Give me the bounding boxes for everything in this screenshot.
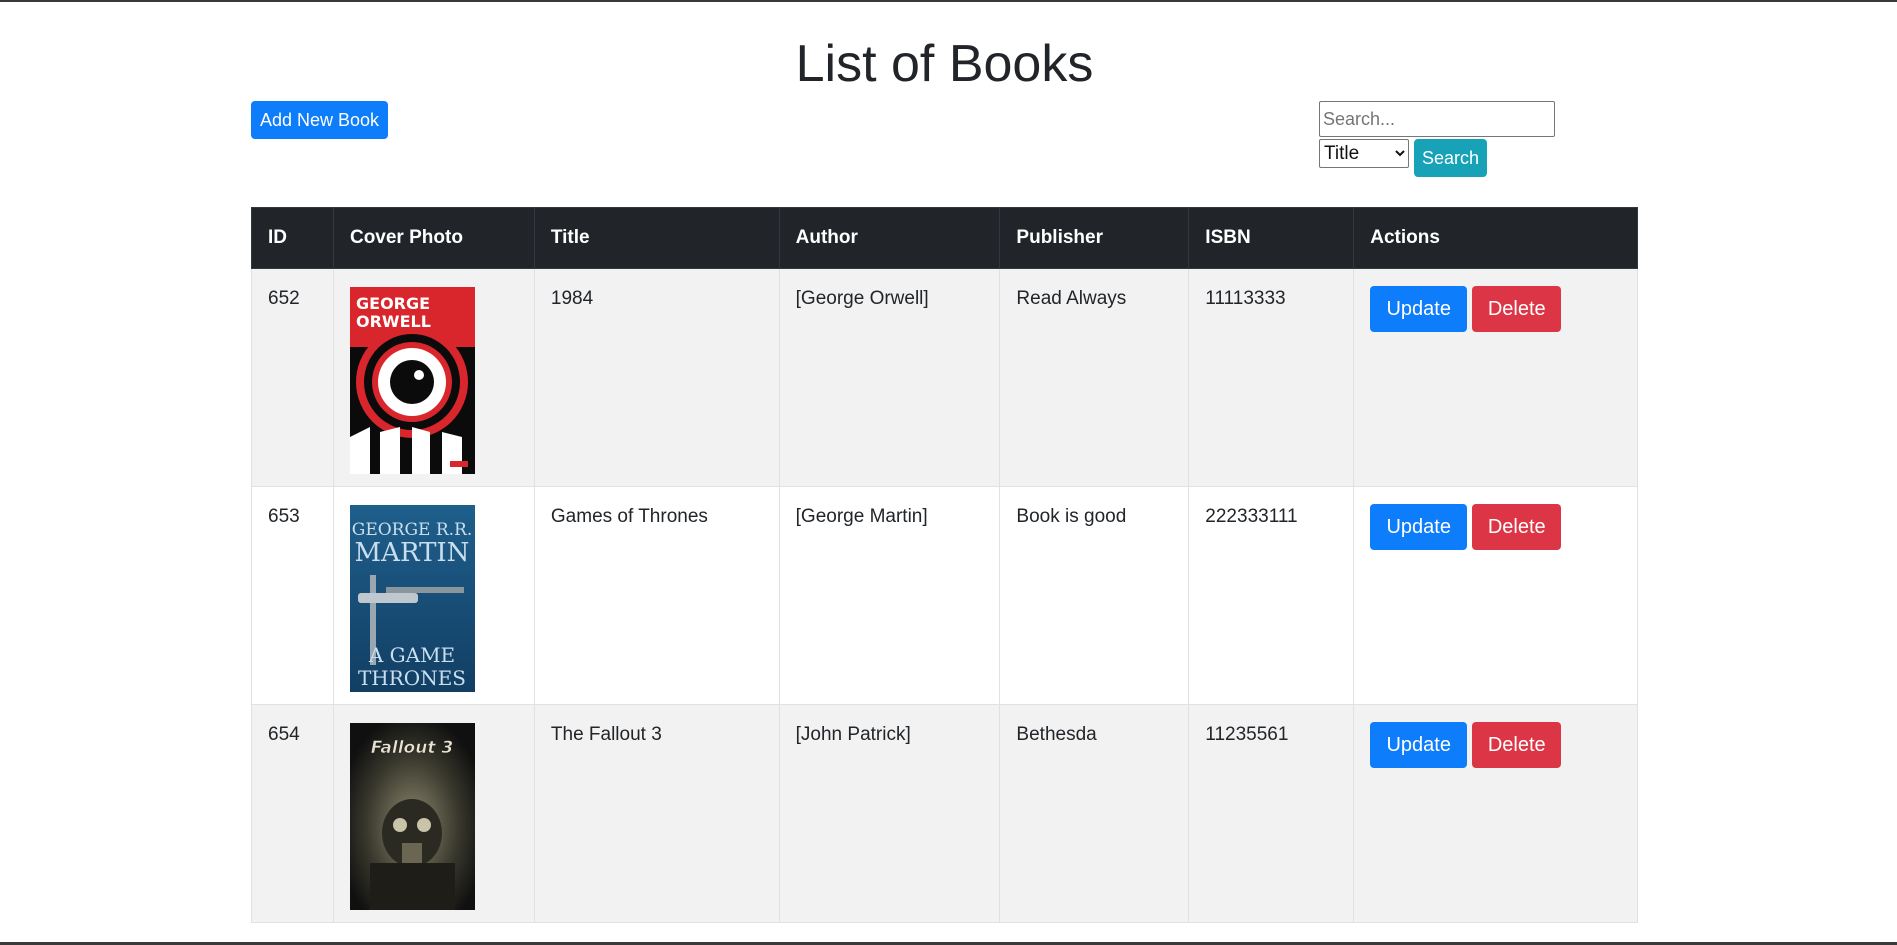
cell-publisher: Bethesda (999, 704, 1190, 923)
cell-publisher: Book is good (999, 486, 1190, 705)
cover-fallout-3-image: Fallout 3 (349, 723, 475, 910)
book-id: 653 (268, 506, 300, 527)
cover-1984-image: GEORGE ORWELL (349, 287, 475, 474)
cell-id: 652 (251, 268, 334, 487)
search-field-select[interactable]: Title (1319, 139, 1409, 168)
book-id: 652 (268, 288, 300, 309)
book-id: 654 (268, 724, 300, 745)
update-button[interactable]: Update (1370, 286, 1468, 332)
header-isbn: ISBN (1188, 207, 1355, 269)
header-id: ID (251, 207, 334, 269)
cell-publisher: Read Always (999, 268, 1190, 487)
books-table: ID Cover Photo Title Author Publisher IS… (251, 207, 1638, 923)
cell-cover: GEORGE ORWELL (332, 268, 535, 487)
svg-text:MARTIN: MARTIN (355, 538, 470, 568)
cell-isbn: 11235561 (1188, 704, 1355, 923)
add-new-book-button[interactable]: Add New Book (251, 101, 388, 139)
cell-author: [John Patrick] (778, 704, 1001, 923)
book-publisher: Book is good (1016, 506, 1127, 527)
book-author: [George Orwell] (795, 288, 929, 309)
table-body: 652 GEORGE ORWELL 1984 [George Orwell] R… (251, 268, 1638, 923)
header-cover-photo: Cover Photo (332, 207, 535, 269)
cell-title: 1984 (533, 268, 780, 487)
book-title: The Fallout 3 (550, 724, 662, 745)
svg-text:THRONES: THRONES (358, 666, 466, 690)
header-actions: Actions (1353, 207, 1638, 269)
table-row: 652 GEORGE ORWELL 1984 [George Orwell] R… (251, 268, 1638, 487)
update-button[interactable]: Update (1370, 504, 1468, 550)
header-row: ID Cover Photo Title Author Publisher IS… (251, 207, 1638, 269)
header-author: Author (778, 207, 1001, 269)
delete-button[interactable]: Delete (1472, 504, 1562, 550)
cell-author: [George Orwell] (778, 268, 1001, 487)
book-title: 1984 (550, 288, 594, 309)
delete-button[interactable]: Delete (1472, 286, 1562, 332)
cell-id: 654 (251, 704, 334, 923)
book-publisher: Read Always (1016, 288, 1127, 309)
svg-text:Fallout 3: Fallout 3 (371, 738, 453, 758)
cell-title: Games of Thrones (533, 486, 780, 705)
book-author: [John Patrick] (795, 724, 911, 745)
cell-isbn: 222333111 (1188, 486, 1355, 705)
table-row: 653 GEORGE R.R. MARTIN A GAME THRONES Ga… (251, 486, 1638, 705)
book-author: [George Martin] (795, 506, 928, 527)
cell-actions: Update Delete (1353, 486, 1638, 705)
table-row: 654 Fallout 3 The Fallout 3 [John Patric… (251, 704, 1638, 923)
search-controls: Title Search (1319, 139, 1559, 177)
search-form: Title Search (1319, 101, 1559, 177)
header-title: Title (533, 207, 780, 269)
cover-game-of-thrones-image: GEORGE R.R. MARTIN A GAME THRONES (349, 505, 475, 692)
book-title: Games of Thrones (550, 506, 708, 527)
cell-actions: Update Delete (1353, 704, 1638, 923)
page-title: List of Books (795, 35, 1094, 93)
svg-text:ORWELL: ORWELL (356, 312, 431, 331)
header-publisher: Publisher (999, 207, 1190, 269)
svg-text:A GAME: A GAME (368, 643, 455, 667)
cell-actions: Update Delete (1353, 268, 1638, 487)
cell-cover: Fallout 3 (332, 704, 535, 923)
book-isbn: 11235561 (1205, 724, 1289, 745)
book-isbn: 11113333 (1205, 288, 1286, 309)
update-button[interactable]: Update (1370, 722, 1468, 768)
cell-cover: GEORGE R.R. MARTIN A GAME THRONES (332, 486, 535, 705)
svg-text:GEORGE R.R.: GEORGE R.R. (352, 520, 473, 540)
table-header: ID Cover Photo Title Author Publisher IS… (251, 207, 1638, 269)
search-button[interactable]: Search (1414, 139, 1487, 177)
search-input[interactable] (1319, 101, 1555, 137)
delete-button[interactable]: Delete (1472, 722, 1562, 768)
cell-isbn: 11113333 (1188, 268, 1355, 487)
cell-id: 653 (251, 486, 334, 705)
svg-text:GEORGE: GEORGE (356, 294, 430, 313)
cell-title: The Fallout 3 (533, 704, 780, 923)
book-isbn: 222333111 (1205, 506, 1298, 527)
cell-author: [George Martin] (778, 486, 1001, 705)
book-publisher: Bethesda (1016, 724, 1097, 745)
